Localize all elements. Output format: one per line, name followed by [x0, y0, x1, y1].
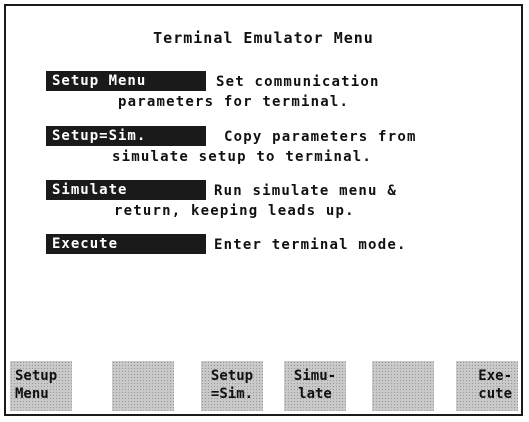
softkey-label: cute [478, 386, 512, 402]
softkey-label: =Sim. [210, 386, 254, 402]
setup-sim-button[interactable]: Setup=Sim. [46, 126, 206, 146]
execute-button[interactable]: Execute [46, 234, 206, 254]
page-title: Terminal Emulator Menu [153, 29, 374, 47]
softkey-blank-2[interactable] [112, 361, 174, 411]
setup-sim-description-line1: Copy parameters from [224, 129, 417, 145]
softkey-label: late [298, 386, 332, 402]
softkey-simulate[interactable]: Simu- late [284, 361, 346, 411]
softkey-label: Simu- [293, 368, 337, 384]
softkey-setup-sim[interactable]: Setup =Sim. [201, 361, 263, 411]
setup-menu-description-line2: parameters for terminal. [118, 94, 350, 110]
softkey-execute[interactable]: Exe- cute [456, 361, 518, 411]
softkey-label: Menu [15, 386, 49, 402]
softkey-blank-5[interactable] [372, 361, 434, 411]
setup-sim-description-line2: simulate setup to terminal. [112, 149, 372, 165]
setup-menu-button[interactable]: Setup Menu [46, 71, 206, 91]
execute-description-line1: Enter terminal mode. [214, 237, 407, 253]
terminal-screen: Terminal Emulator Menu Setup Menu Set co… [4, 4, 523, 416]
setup-menu-description-line1: Set communication [216, 74, 380, 90]
softkey-setup-menu[interactable]: Setup Menu [10, 361, 72, 411]
simulate-description-line2: return, keeping leads up. [114, 203, 355, 219]
simulate-description-line1: Run simulate menu & [214, 183, 397, 199]
softkey-label: Setup [210, 368, 254, 384]
simulate-button[interactable]: Simulate [46, 180, 206, 200]
softkey-label: Exe- [478, 368, 512, 384]
softkey-label: Setup [15, 368, 58, 384]
